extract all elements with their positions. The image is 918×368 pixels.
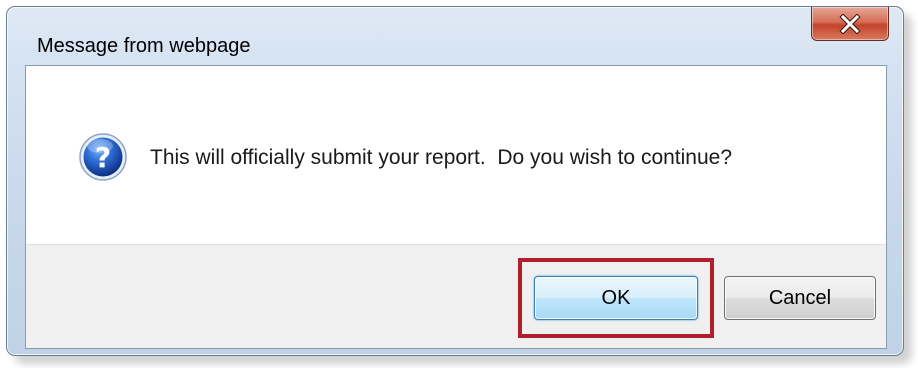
- window-title: Message from webpage: [37, 35, 251, 57]
- cancel-button[interactable]: Cancel: [724, 276, 876, 320]
- close-icon: [839, 13, 861, 34]
- message-area: ? This will officially submit your repor…: [26, 66, 886, 245]
- svg-text:?: ?: [95, 141, 111, 174]
- dialog-window: Message from webpage ? This will officia…: [6, 6, 904, 356]
- dialog-client-area: ? This will officially submit your repor…: [25, 65, 887, 349]
- question-icon: ?: [79, 133, 127, 181]
- close-button[interactable]: [811, 7, 889, 41]
- ok-button[interactable]: OK: [534, 276, 698, 320]
- dialog-message: This will officially submit your report.…: [150, 146, 733, 169]
